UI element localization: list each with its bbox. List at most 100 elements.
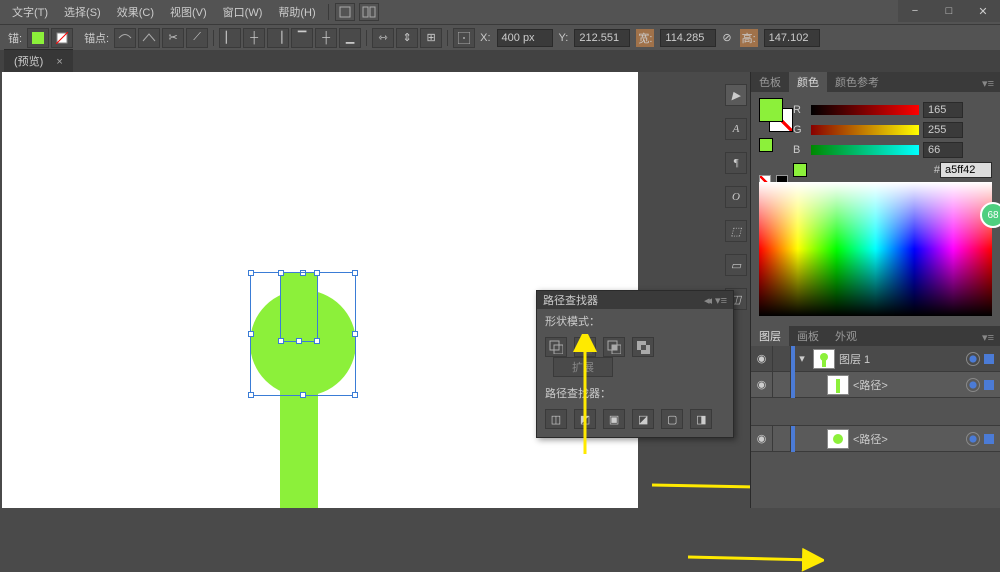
window-maximize[interactable]: □	[932, 0, 966, 22]
target-icon[interactable]	[966, 432, 980, 446]
hex-field[interactable]: a5ff42	[940, 162, 992, 178]
paragraph-panel-icon[interactable]: ¶	[725, 152, 747, 174]
connect-anchor-icon[interactable]: ⟋	[186, 28, 208, 48]
menu-select[interactable]: 选择(S)	[56, 1, 109, 23]
link-wh-icon[interactable]: ⊘	[722, 31, 731, 44]
layer-row[interactable]: ◉ ▾ 图层 1	[751, 346, 1000, 372]
align-left-icon[interactable]: ▏	[219, 28, 241, 48]
doc-tab-bar: (预览) ×	[0, 50, 1000, 72]
layer-name[interactable]: 图层 1	[839, 351, 962, 367]
y-label: Y:	[559, 32, 569, 44]
dist-spacing-icon[interactable]: ⊞	[420, 28, 442, 48]
arrange-icon[interactable]	[359, 3, 379, 21]
transform-panel-icon[interactable]: ⬚	[725, 220, 747, 242]
layer-color-chip[interactable]	[984, 354, 994, 364]
doc-setup-icon[interactable]	[335, 3, 355, 21]
outline-icon[interactable]: ▢	[661, 409, 683, 429]
twisty-icon[interactable]: ▾	[795, 352, 809, 365]
menu-window[interactable]: 窗口(W)	[215, 1, 271, 23]
appearance-tab[interactable]: 外观	[827, 326, 865, 346]
dist-v-icon[interactable]: ⇕	[396, 28, 418, 48]
convert-smooth-icon[interactable]	[114, 28, 136, 48]
color-tab[interactable]: 颜色	[789, 72, 827, 92]
layers-tab[interactable]: 图层	[751, 326, 789, 346]
align-top-icon[interactable]: ▔	[291, 28, 313, 48]
merge-icon[interactable]: ▣	[603, 409, 625, 429]
layer-color-chip[interactable]	[984, 380, 994, 390]
r-slider[interactable]	[811, 105, 919, 115]
g-value[interactable]: 255	[923, 122, 963, 138]
anchor-stroke-icon[interactable]	[51, 28, 73, 48]
menu-effect[interactable]: 效果(C)	[109, 1, 162, 23]
x-field[interactable]: 400 px	[497, 29, 553, 47]
target-icon[interactable]	[966, 378, 980, 392]
dist-h-icon[interactable]: ⇿	[372, 28, 394, 48]
notification-badge[interactable]: 68	[980, 202, 1000, 228]
unite-icon[interactable]	[545, 337, 567, 357]
shape-mode-label: 形状模式：	[537, 309, 733, 333]
exclude-icon[interactable]	[632, 337, 654, 357]
panel-menu-icon[interactable]: ▾≡	[976, 75, 1000, 92]
swatches-tab[interactable]: 色板	[751, 72, 789, 92]
expand-button[interactable]: 扩展	[553, 357, 613, 377]
align-right-icon[interactable]: ▕	[267, 28, 289, 48]
minus-front-icon[interactable]	[574, 337, 596, 357]
layer-thumb	[827, 429, 849, 449]
lock-icon[interactable]	[773, 346, 791, 372]
opentype-panel-icon[interactable]: O	[725, 186, 747, 208]
hex-swatch	[793, 163, 807, 177]
y-field[interactable]: 212.551	[574, 29, 630, 47]
canvas-area[interactable]: 路径查找器 ◂◂ ▾≡ 形状模式： 扩展 路径查找器： ◫ ◩ ▣ ◪ ▢ ◨	[0, 72, 722, 508]
align-panel-icon[interactable]: ▭	[725, 254, 747, 276]
remove-anchor-icon[interactable]: ✂	[162, 28, 184, 48]
character-panel-icon[interactable]: A	[725, 118, 747, 140]
b-value[interactable]: 66	[923, 142, 963, 158]
color-spectrum[interactable]	[759, 182, 992, 316]
fill-swatch[interactable]	[759, 98, 783, 122]
pathfinder-titlebar[interactable]: 路径查找器 ◂◂ ▾≡	[537, 291, 733, 309]
layer-row[interactable]: ◉ <路径>	[751, 372, 1000, 398]
target-icon[interactable]	[966, 352, 980, 366]
selection-rect	[280, 272, 318, 342]
trim-icon[interactable]: ◩	[574, 409, 596, 429]
pathfinder-panel[interactable]: 路径查找器 ◂◂ ▾≡ 形状模式： 扩展 路径查找器： ◫ ◩ ▣ ◪ ▢ ◨	[536, 290, 734, 438]
b-slider[interactable]	[811, 145, 919, 155]
menu-help[interactable]: 帮助(H)	[270, 1, 323, 23]
align-hcenter-icon[interactable]: ┼	[243, 28, 265, 48]
divide-icon[interactable]: ◫	[545, 409, 567, 429]
layer-color-chip[interactable]	[984, 434, 994, 444]
convert-corner-icon[interactable]	[138, 28, 160, 48]
g-slider[interactable]	[811, 125, 919, 135]
transform-ref-icon[interactable]	[453, 28, 475, 48]
minus-back-icon[interactable]: ◨	[690, 409, 712, 429]
layer-name[interactable]: <路径>	[853, 431, 962, 447]
intersect-icon[interactable]	[603, 337, 625, 357]
align-vcenter-icon[interactable]: ┼	[315, 28, 337, 48]
visibility-icon[interactable]: ◉	[751, 426, 773, 452]
visibility-icon[interactable]: ◉	[751, 346, 773, 372]
doc-tab-close[interactable]: ×	[56, 56, 62, 68]
panel-menu-icon[interactable]: ▾≡	[976, 329, 1000, 346]
collapse-icon[interactable]: ◂◂	[704, 294, 709, 307]
artboards-tab[interactable]: 画板	[789, 326, 827, 346]
fill-mini-swatch[interactable]	[759, 138, 773, 152]
w-field[interactable]: 114.285	[660, 29, 716, 47]
r-value[interactable]: 165	[923, 102, 963, 118]
menu-view[interactable]: 视图(V)	[162, 1, 215, 23]
doc-tab[interactable]: (预览) ×	[4, 49, 73, 72]
expand-dock-icon[interactable]: ▶	[725, 84, 747, 106]
visibility-icon[interactable]: ◉	[751, 372, 773, 398]
panel-menu-icon[interactable]: ▾≡	[715, 294, 727, 307]
layer-name[interactable]: <路径>	[853, 377, 962, 393]
color-guide-tab[interactable]: 颜色参考	[827, 72, 887, 92]
anchor-pt-label: 锚点:	[84, 30, 109, 46]
window-close[interactable]: ✕	[966, 0, 1000, 22]
align-bottom-icon[interactable]: ▁	[339, 28, 361, 48]
w-label: 宽:	[636, 29, 654, 47]
layer-row[interactable]: ◉ <路径>	[751, 426, 1000, 452]
anchor-fill-icon[interactable]	[27, 28, 49, 48]
crop-icon[interactable]: ◪	[632, 409, 654, 429]
window-minimize[interactable]: −	[898, 0, 932, 22]
h-field[interactable]: 147.102	[764, 29, 820, 47]
menu-text[interactable]: 文字(T)	[4, 1, 56, 23]
